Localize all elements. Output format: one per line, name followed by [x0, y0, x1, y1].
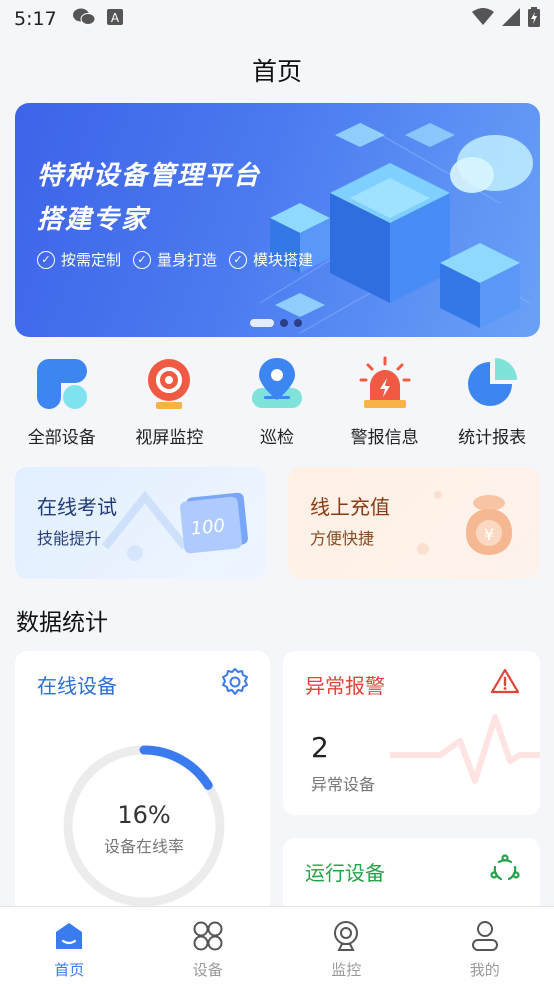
quick-action-label: 巡检 [259, 428, 294, 448]
online-exam-card[interactable]: 在线考试 技能提升 100 [15, 467, 266, 579]
banner-tag: ✓ 模块搭建 [229, 249, 313, 270]
quick-actions: 全部设备 视屏监控 巡检 警报信息 统计报表 [0, 355, 554, 448]
banner-carousel[interactable]: 特种设备管理平台 搭建专家 ✓ 按需定制 ✓ 量身打造 ✓ 模块搭建 [15, 103, 540, 337]
quick-action-alarm-info[interactable]: 警报信息 [335, 355, 435, 448]
quick-action-all-devices[interactable]: 全部设备 [12, 355, 112, 448]
abnormal-label: 异常设备 [311, 775, 376, 794]
server-illustration-icon [259, 122, 533, 334]
quick-action-label: 警报信息 [350, 428, 419, 448]
warning-icon [490, 667, 520, 699]
page-title: 首页 [251, 57, 302, 86]
banner-tag: ✓ 按需定制 [37, 249, 121, 270]
carousel-dot[interactable] [250, 319, 274, 327]
abnormal-count: 2 [311, 731, 329, 764]
banner-tag: ✓ 量身打造 [133, 249, 217, 270]
location-pin-icon [248, 355, 306, 413]
pie-chart-icon [463, 355, 521, 413]
promo-title: 在线考试 [37, 495, 117, 519]
check-circle-icon: ✓ [37, 250, 55, 269]
quick-action-video-monitor[interactable]: 视屏监控 [119, 355, 219, 448]
check-circle-icon: ✓ [229, 250, 248, 269]
signal-icon [502, 7, 520, 31]
carousel-dot[interactable] [280, 319, 288, 327]
home-icon [52, 919, 86, 953]
card-title: 运行设备 [305, 861, 385, 885]
cycle-icon [490, 854, 520, 888]
quick-action-label: 全部设备 [27, 428, 96, 448]
carousel-dot[interactable] [294, 319, 302, 327]
tab-label: 监控 [331, 961, 362, 979]
all-devices-icon [33, 355, 91, 413]
camera-icon [140, 355, 198, 413]
quick-action-inspection[interactable]: 巡检 [227, 355, 327, 448]
section-title: 数据统计 [16, 610, 108, 636]
battery-icon [528, 6, 540, 32]
quick-action-label: 视屏监控 [135, 428, 204, 448]
svg-text:100: 100 [190, 515, 226, 539]
wechat-icon [72, 8, 96, 31]
status-time: 5:17 [14, 8, 57, 30]
carousel-indicator[interactable] [250, 319, 302, 327]
check-circle-icon: ✓ [133, 250, 152, 269]
banner-title: 特种设备管理平台 [37, 161, 262, 191]
card-title: 在线设备 [37, 674, 117, 698]
exam-paper-icon: 100 [178, 489, 250, 559]
online-rate-value: 16% [117, 801, 171, 829]
banner-subtitle: 搭建专家 [37, 205, 150, 235]
alarm-siren-icon [356, 355, 414, 413]
promo-subtitle: 方便快捷 [310, 529, 375, 548]
tab-home[interactable]: 首页 [0, 907, 139, 984]
wifi-icon [472, 7, 494, 31]
svg-text:¥: ¥ [484, 525, 494, 544]
quick-action-label: 统计报表 [458, 428, 527, 448]
online-rate-label: 设备在线率 [103, 837, 184, 856]
gear-icon[interactable] [220, 667, 250, 701]
user-icon [468, 919, 502, 953]
promo-subtitle: 技能提升 [37, 529, 102, 548]
tab-label: 我的 [469, 961, 500, 979]
tab-label: 设备 [192, 961, 223, 979]
quick-action-statistics[interactable]: 统计报表 [442, 355, 542, 448]
online-devices-card[interactable]: 在线设备 16% 设备在线率 [15, 651, 270, 921]
online-recharge-card[interactable]: 线上充值 方便快捷 ¥ [288, 467, 540, 579]
banner-tags: ✓ 按需定制 ✓ 量身打造 ✓ 模块搭建 [37, 249, 313, 270]
status-bar: 5:17 A [0, 0, 554, 38]
tab-devices[interactable]: 设备 [139, 907, 278, 984]
promo-title: 线上充值 [310, 495, 390, 519]
tab-label: 首页 [54, 961, 85, 979]
devices-icon [191, 919, 225, 953]
text-icon: A [106, 8, 123, 30]
card-title: 异常报警 [305, 674, 385, 698]
tab-monitor[interactable]: 监控 [277, 907, 416, 984]
tab-mine[interactable]: 我的 [416, 907, 554, 984]
money-bag-icon: ¥ [454, 489, 524, 563]
svg-text:A: A [111, 11, 120, 25]
bottom-tab-bar: 首页 设备 监控 我的 [0, 906, 554, 984]
alarm-wave-decoration [390, 714, 540, 784]
abnormal-alarm-card[interactable]: 异常报警 2 异常设备 [283, 651, 540, 815]
webcam-icon [329, 919, 363, 953]
